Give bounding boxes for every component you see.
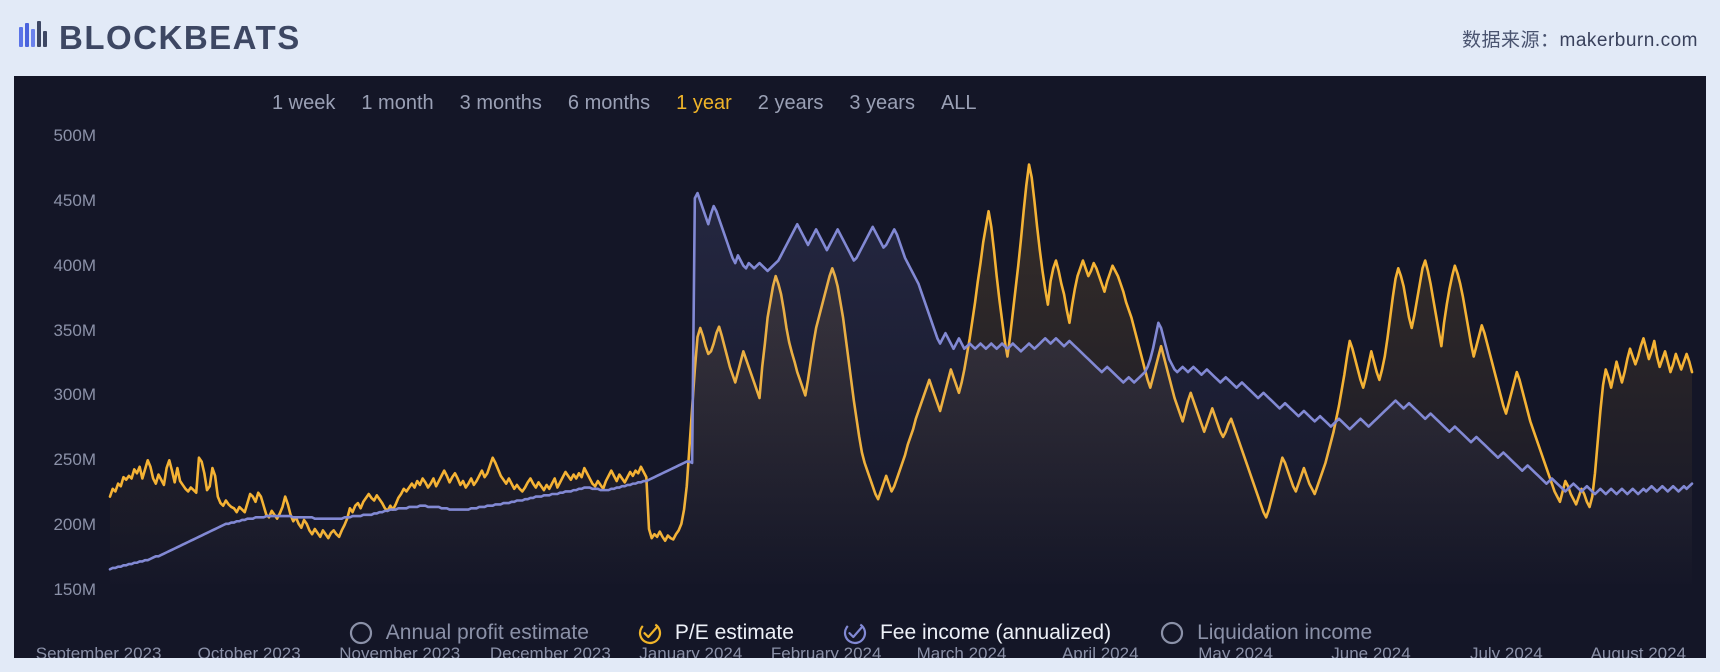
- range-tab-1-week[interactable]: 1 week: [272, 90, 335, 116]
- legend-item-annual-profit-estimate[interactable]: Annual profit estimate: [348, 620, 589, 646]
- x-axis-tick-label: April 2024: [1062, 644, 1139, 658]
- range-tab-3-months[interactable]: 3 months: [460, 90, 542, 116]
- bar-logo-icon: [18, 21, 52, 56]
- plot-area[interactable]: [14, 130, 1706, 596]
- legend-item-label: Liquidation income: [1197, 621, 1372, 645]
- x-axis-tick-label: February 2024: [771, 644, 882, 658]
- x-axis-tick-label: March 2024: [917, 644, 1007, 658]
- legend-item-label: P/E estimate: [675, 621, 794, 645]
- circle-check-icon: [637, 620, 663, 646]
- chart-legend: Annual profit estimate P/E estimate Fee in…: [14, 620, 1706, 646]
- range-tab-2-years[interactable]: 2 years: [758, 90, 824, 116]
- data-source-note: 数据来源：makerburn.com: [1462, 25, 1698, 52]
- x-axis-tick-label: December 2023: [490, 644, 611, 658]
- circle-outline-icon: [348, 620, 374, 646]
- legend-item-liquidation-income[interactable]: Liquidation income: [1159, 620, 1372, 646]
- data-source-url: makerburn.com: [1560, 30, 1699, 51]
- x-axis-tick-label: June 2024: [1331, 644, 1410, 658]
- legend-item-fee-income-annualized[interactable]: Fee income (annualized): [842, 620, 1111, 646]
- data-source-prefix: 数据来源：: [1462, 30, 1560, 51]
- x-axis-tick-label: September 2023: [36, 644, 162, 658]
- x-axis-tick-label: January 2024: [639, 644, 742, 658]
- brand-logo[interactable]: BLOCKBEATS: [18, 19, 301, 57]
- legend-item-label: Fee income (annualized): [880, 621, 1111, 645]
- range-tab-3-years[interactable]: 3 years: [849, 90, 915, 116]
- range-selector: 1 week 1 month 3 months 6 months 1 year 2 yea…: [14, 90, 1706, 116]
- line-chart-svg: [14, 130, 1706, 596]
- range-tab-1-year[interactable]: 1 year: [676, 90, 732, 116]
- brand-name: BLOCKBEATS: [59, 19, 301, 57]
- circle-check-icon: [842, 620, 868, 646]
- range-tab-6-months[interactable]: 6 months: [568, 90, 650, 116]
- chart-panel: 1 week 1 month 3 months 6 months 1 year 2 yea…: [14, 76, 1706, 658]
- x-axis: September 2023 October 2023 November 2023 D…: [14, 644, 1706, 658]
- x-axis-tick-label: July 2024: [1470, 644, 1543, 658]
- x-axis-tick-label: October 2023: [198, 644, 301, 658]
- page-header: BLOCKBEATS 数据来源：makerburn.com: [0, 0, 1720, 76]
- legend-item-p-e-estimate[interactable]: P/E estimate: [637, 620, 794, 646]
- x-axis-tick-label: May 2024: [1198, 644, 1273, 658]
- circle-outline-icon: [1159, 620, 1185, 646]
- range-tab-all[interactable]: ALL: [941, 90, 977, 116]
- x-axis-tick-label: August 2024: [1591, 644, 1686, 658]
- page-root: BLOCKBEATS 数据来源：makerburn.com 1 week 1 mo…: [0, 0, 1720, 672]
- range-tab-1-month[interactable]: 1 month: [361, 90, 433, 116]
- x-axis-tick-label: November 2023: [339, 644, 460, 658]
- legend-item-label: Annual profit estimate: [386, 621, 589, 645]
